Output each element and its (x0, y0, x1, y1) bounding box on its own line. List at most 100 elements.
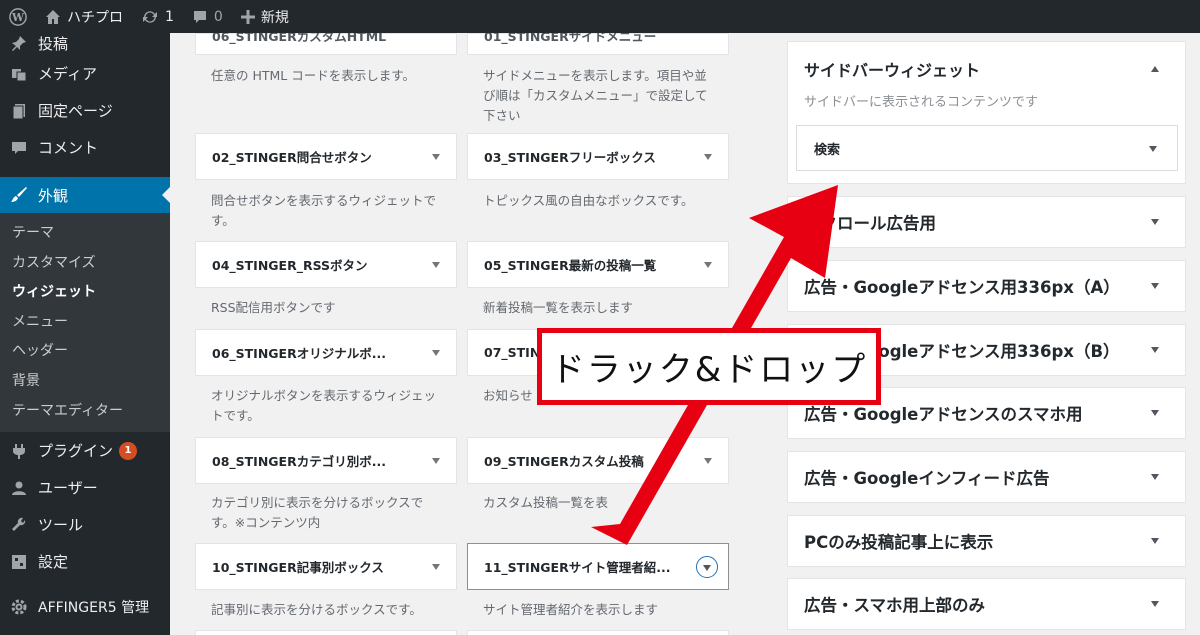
menu-item-posts[interactable]: 投稿 (0, 31, 170, 55)
submenu-theme-editor[interactable]: テーマエディター (0, 397, 170, 427)
settings-icon (9, 552, 29, 572)
svg-text:W: W (11, 11, 25, 24)
submenu-widgets[interactable]: ウィジェット (0, 278, 170, 308)
widget-free-box[interactable]: 03_STINGERフリーボックス (467, 133, 729, 180)
menu-label: 投稿 (38, 34, 69, 53)
new-content-link[interactable]: 新規 (232, 0, 298, 33)
menu-item-media[interactable]: メディア (0, 55, 170, 92)
chevron-down-icon[interactable] (1151, 283, 1159, 289)
plus-icon (240, 9, 255, 24)
menu-separator (0, 580, 170, 588)
widget-next[interactable] (195, 630, 457, 635)
submenu-menus[interactable]: メニュー (0, 308, 170, 338)
chevron-down-icon[interactable] (704, 153, 712, 160)
chevron-down-icon[interactable] (1151, 474, 1159, 480)
widget-site-admin[interactable]: 11_STINGERサイト管理者紹... (467, 543, 729, 590)
chevron-up-icon[interactable] (1151, 66, 1159, 72)
chevron-down-icon[interactable] (1149, 146, 1157, 152)
chevron-down-icon[interactable] (1151, 219, 1159, 225)
widget-desc: サイト管理者紹介を表示します (483, 602, 659, 617)
menu-item-tools[interactable]: ツール (0, 506, 170, 543)
widget-desc: サイドメニューを表示します。項目や並び順は「カスタムメニュー」で設定して下さい (483, 68, 708, 123)
widget-title: 11_STINGERサイト管理者紹... (484, 560, 671, 575)
chevron-down-icon[interactable] (1151, 538, 1159, 544)
user-icon (9, 478, 29, 498)
widget-area-adsense-a[interactable]: 広告・Googleアドセンス用336px（A） (787, 260, 1186, 312)
admin-bar: W ハチプロ 1 0 新規 (0, 0, 1200, 33)
menu-item-settings[interactable]: 設定 (0, 543, 170, 580)
sidebar-widget-area: サイドバーウィジェット サイドバーに表示されるコンテンツです 検索 (787, 41, 1186, 184)
widget-area-pc-only[interactable]: PCのみ投稿記事上に表示 (787, 515, 1186, 567)
widget-title: 02_STINGER問合せボタン (212, 150, 372, 165)
chevron-down-icon[interactable] (1151, 347, 1159, 353)
menu-item-comments[interactable]: コメント (0, 129, 170, 166)
menu-label: AFFINGER5 管理 (38, 599, 150, 616)
menu-item-plugins[interactable]: プラグイン 1 (0, 432, 170, 469)
submenu-background[interactable]: 背景 (0, 367, 170, 397)
widget-next[interactable] (467, 630, 729, 635)
widget-rss-button[interactable]: 04_STINGER_RSSボタン (195, 241, 457, 288)
widget-side-menu[interactable]: 01_STINGERサイドメニュー (467, 29, 729, 55)
chevron-down-icon[interactable] (432, 457, 440, 464)
menu-label: ツール (38, 516, 84, 535)
site-name-link[interactable]: ハチプロ (36, 0, 132, 33)
widget-area-scroll-ad[interactable]: スクロール広告用 (787, 196, 1186, 248)
chevron-down-icon[interactable] (1151, 410, 1159, 416)
menu-label: ユーザー (38, 479, 98, 498)
widget-custom-post[interactable]: 09_STINGERカスタム投稿 (467, 437, 729, 484)
menu-item-appearance[interactable]: 外観 (0, 177, 170, 213)
widget-desc: 新着投稿一覧を表示します (483, 300, 634, 315)
widget-desc: カスタム投稿一覧を表 (483, 495, 609, 510)
widget-area-mobile-top[interactable]: 広告・スマホ用上部のみ (787, 578, 1186, 630)
menu-label: コメント (38, 139, 99, 157)
chevron-down-icon[interactable] (432, 153, 440, 160)
chevron-down-icon[interactable] (432, 563, 440, 570)
menu-item-pages[interactable]: 固定ページ (0, 92, 170, 129)
submenu-customize[interactable]: カスタマイズ (0, 249, 170, 279)
chevron-down-icon[interactable] (704, 261, 712, 268)
submenu-header[interactable]: ヘッダー (0, 337, 170, 367)
menu-label: プラグイン (38, 442, 114, 461)
menu-separator (0, 166, 170, 177)
submenu-themes[interactable]: テーマ (0, 219, 170, 249)
menu-item-affinger[interactable]: AFFINGER5 管理 (0, 588, 170, 625)
widget-title: 08_STINGERカテゴリ別ボ... (212, 454, 386, 469)
widget-category-box[interactable]: 08_STINGERカテゴリ別ボ... (195, 437, 457, 484)
updates-count: 1 (165, 8, 174, 25)
chevron-down-icon[interactable] (432, 261, 440, 268)
gear-icon (9, 597, 29, 617)
chevron-down-circle-icon[interactable] (696, 555, 718, 578)
widget-desc: 問合せボタンを表示するウィジェットです。 (211, 193, 437, 228)
widget-desc: 記事別に表示を分けるボックスです。 (211, 602, 422, 617)
widget-area-title: 広告・Googleアドセンス用336px（A） (804, 278, 1120, 297)
widget-title: 検索 (814, 142, 841, 158)
new-label: 新規 (260, 9, 289, 26)
plugin-update-badge: 1 (119, 441, 138, 460)
widget-contact-button[interactable]: 02_STINGER問合せボタン (195, 133, 457, 180)
media-icon (9, 64, 29, 84)
menu-label: 外観 (38, 186, 69, 205)
chevron-down-icon[interactable] (704, 457, 712, 464)
panel-title: サイドバーウィジェット (804, 61, 981, 80)
wrench-icon (9, 515, 29, 535)
widget-article-box[interactable]: 10_STINGER記事別ボックス (195, 543, 457, 590)
menu-label: メディア (38, 65, 97, 83)
updates-link[interactable]: 1 (132, 0, 183, 33)
widget-search[interactable]: 検索 (796, 125, 1178, 171)
widget-title: 03_STINGERフリーボックス (484, 150, 656, 165)
chevron-down-icon[interactable] (1151, 601, 1159, 607)
drag-and-drop-label: ドラック&ドロップ (537, 328, 881, 405)
widget-recent-posts[interactable]: 05_STINGER最新の投稿一覧 (467, 241, 729, 288)
widget-custom-html[interactable]: 06_STINGERカスタムHTML (195, 29, 457, 55)
widget-area-infeed-ad[interactable]: 広告・Googleインフィード広告 (787, 451, 1186, 503)
widget-area-title: PCのみ投稿記事上に表示 (804, 533, 994, 552)
widget-title: 05_STINGER最新の投稿一覧 (484, 258, 657, 273)
page-icon (9, 101, 29, 121)
menu-item-users[interactable]: ユーザー (0, 469, 170, 506)
wordpress-logo-icon[interactable]: W (0, 0, 36, 33)
comment-icon (9, 138, 29, 158)
comments-link[interactable]: 0 (183, 0, 232, 33)
widget-original-button[interactable]: 06_STINGERオリジナルボ... (195, 329, 457, 376)
menu-label: 固定ページ (38, 102, 113, 120)
chevron-down-icon[interactable] (432, 349, 440, 356)
